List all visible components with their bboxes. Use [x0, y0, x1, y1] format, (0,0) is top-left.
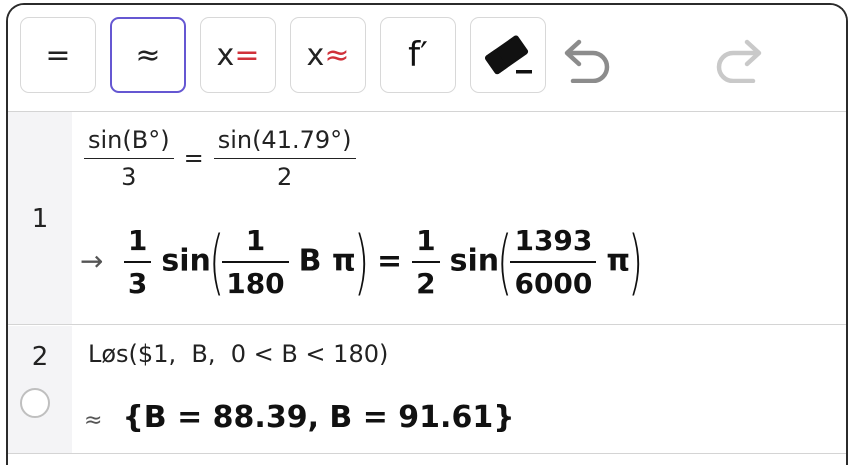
solution-set: {B = 88.39, B = 91.61}: [122, 400, 515, 435]
solve-button[interactable]: x =: [200, 17, 276, 93]
numeric-button[interactable]: ≈: [110, 17, 186, 93]
row-1-output: → 1 3 sin( 1 180 B π) = 1 2 sin( 1393 600…: [80, 221, 644, 303]
arg-2-fraction: 1393 6000: [510, 224, 597, 300]
coef-2-den: 2: [416, 267, 436, 300]
evaluate-button[interactable]: =: [20, 17, 96, 93]
input-lhs-fraction: sin(B°) 3: [84, 126, 174, 191]
cas-toolbar: = ≈ x = x ≈ f′: [8, 5, 846, 112]
input-rhs-fraction: sin(41.79°) 2: [213, 126, 356, 191]
row-1-input[interactable]: sin(B°) 3 = sin(41.79°) 2: [84, 126, 356, 191]
output-equals: =: [377, 243, 403, 279]
arg-1-tail: B π: [298, 243, 356, 279]
arg-1-num: 1: [245, 224, 266, 257]
arg-1-den: 180: [226, 267, 285, 300]
rhs-denominator: 2: [276, 163, 293, 191]
undo-icon: [564, 39, 610, 83]
row-number: 2: [31, 342, 49, 372]
cas-window: = ≈ x = x ≈ f′ 1 sin(B°) 3 = sin(41.79°)…: [6, 3, 848, 465]
coef-2-fraction: 1 2: [412, 224, 440, 300]
solve-x-label: x: [216, 37, 235, 73]
redo-icon: [716, 39, 762, 83]
solve-numerically-button[interactable]: x ≈: [290, 17, 366, 93]
visibility-toggle[interactable]: [20, 388, 50, 418]
row-number: 1: [31, 204, 49, 234]
evaluated-arrow: →: [80, 244, 104, 278]
redo-button[interactable]: [708, 35, 768, 85]
left-paren: (: [497, 221, 513, 303]
row-2-input[interactable]: Løs($1, B, 0 < B < 180): [88, 340, 388, 368]
rhs-numerator: sin(41.79°): [217, 126, 352, 154]
derivative-label: f′: [408, 35, 428, 75]
nsolve-op-label: ≈: [324, 37, 350, 73]
solve-op-label: =: [234, 37, 260, 73]
derivative-button[interactable]: f′: [380, 17, 456, 93]
lhs-denominator: 3: [121, 163, 137, 191]
coef-1-num: 1: [127, 224, 148, 257]
nsolve-x-label: x: [306, 37, 325, 73]
coef-1-den: 3: [127, 267, 148, 300]
sin-2: sin: [449, 243, 500, 279]
coef-2-num: 1: [416, 224, 436, 257]
left-paren: (: [209, 221, 225, 303]
arg-2-den: 6000: [514, 267, 593, 300]
delete-button[interactable]: [470, 17, 546, 93]
approx-symbol: ≈: [84, 408, 103, 433]
cas-row-1[interactable]: 1 sin(B°) 3 = sin(41.79°) 2 → 1 3 sin( 1…: [8, 112, 846, 325]
lhs-numerator: sin(B°): [88, 126, 170, 154]
undo-button[interactable]: [558, 35, 618, 85]
arg-1-fraction: 1 180: [222, 224, 289, 300]
row-2-output: ≈ {B = 88.39, B = 91.61}: [84, 400, 515, 435]
approx-label: ≈: [135, 37, 161, 73]
right-paren: ): [353, 221, 369, 303]
cas-row-2[interactable]: 2 Løs($1, B, 0 < B < 180) ≈ {B = 88.39, B…: [8, 326, 846, 454]
equals-label: =: [45, 37, 71, 73]
sin-1: sin: [161, 243, 211, 279]
eraser-icon: [485, 35, 532, 75]
right-paren: ): [628, 221, 644, 303]
arg-2-num: 1393: [514, 224, 593, 257]
coef-1-fraction: 1 3: [123, 224, 152, 300]
input-equals: =: [183, 143, 204, 172]
arg-2-tail: π: [606, 243, 631, 279]
